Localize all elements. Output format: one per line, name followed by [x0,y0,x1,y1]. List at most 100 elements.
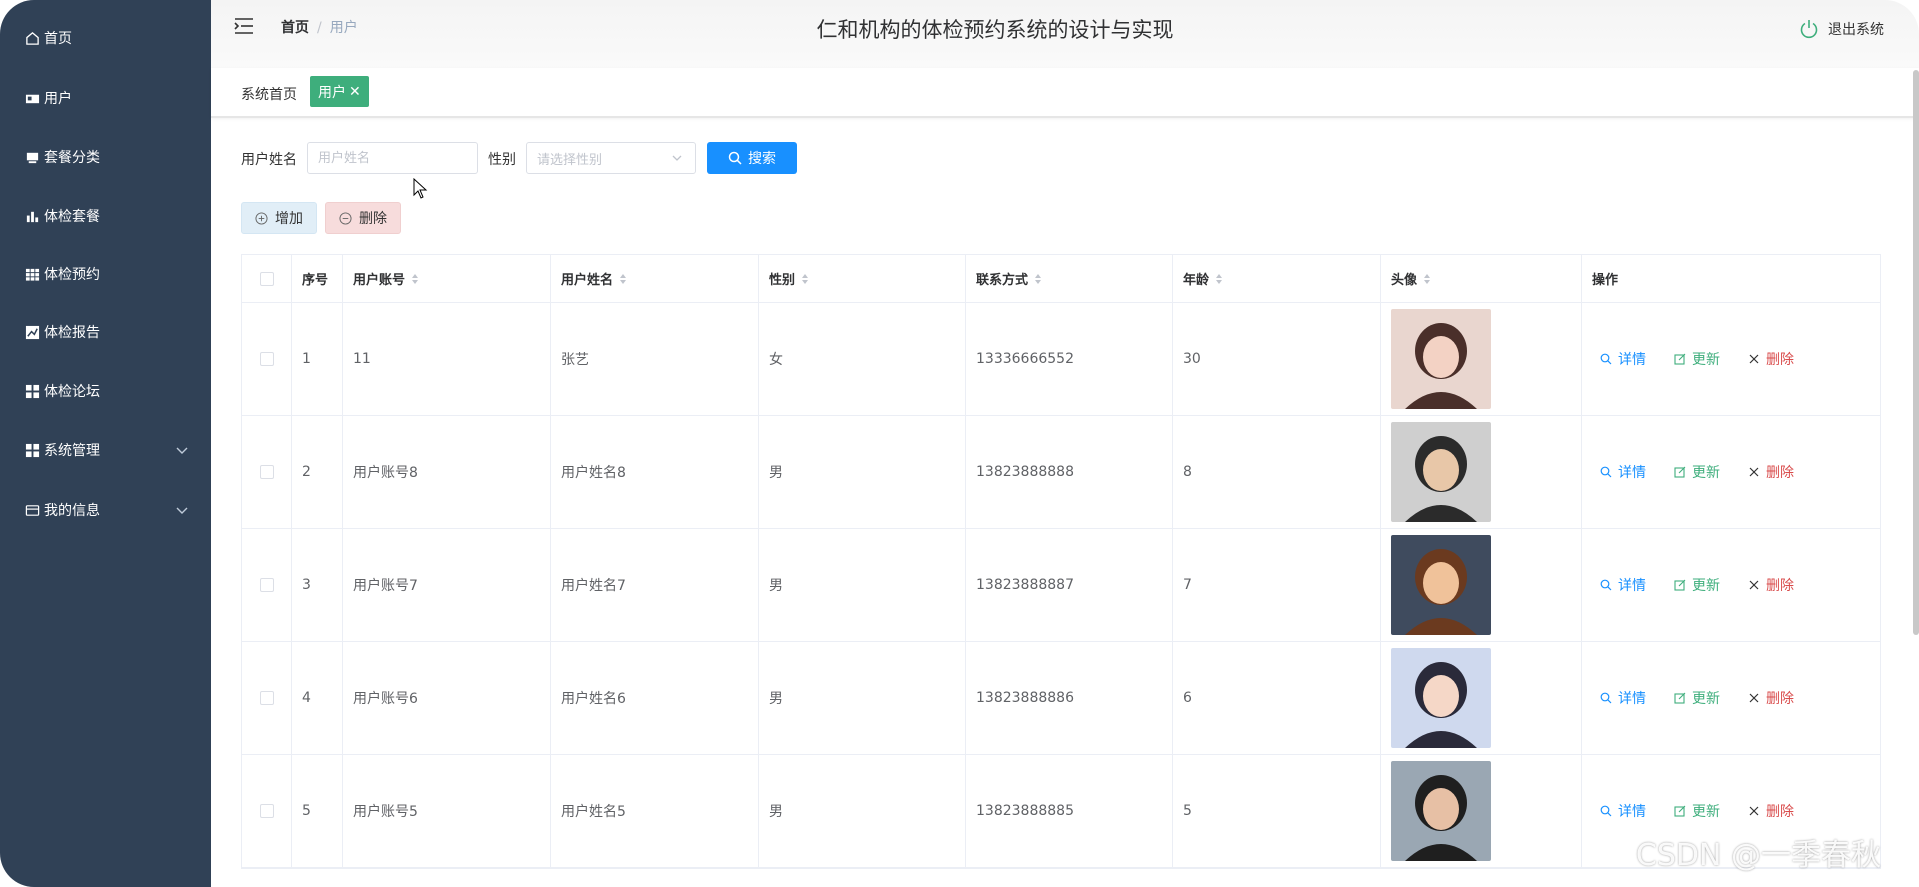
sort-icon[interactable] [801,273,809,285]
search-button[interactable]: 搜索 [707,142,797,174]
row-select-cell [242,755,292,867]
cell-gender: 男 [759,529,966,641]
header-index: 序号 [292,255,343,302]
remove-button[interactable]: 删除 [1748,462,1794,482]
detail-button[interactable]: 详情 [1600,688,1646,708]
sidebar-item-label: 体检报告 [44,325,100,341]
avatar[interactable] [1391,648,1491,748]
sort-icon[interactable] [1034,273,1042,285]
cell-age: 5 [1173,755,1381,867]
sidebar-item-home[interactable]: 首页 [0,18,211,58]
cell-name: 用户姓名8 [551,416,759,528]
cell-name: 用户姓名5 [551,755,759,867]
remove-button[interactable]: 删除 [1748,575,1794,595]
row-checkbox[interactable] [260,691,274,705]
mouse-cursor-icon [413,178,428,199]
table-row: 2 用户账号8 用户姓名8 男 13823888888 8 详情 更新 删除 [242,416,1880,529]
sidebar-item-package-category[interactable]: 套餐分类 [0,137,211,177]
sort-icon[interactable] [1215,273,1223,285]
sidebar-item-label: 套餐分类 [44,150,100,166]
update-button[interactable]: 更新 [1674,349,1720,369]
sidebar-item-label: 体检论坛 [44,384,100,400]
sort-icon[interactable] [619,273,627,285]
cell-phone: 13823888887 [966,529,1173,641]
header-phone[interactable]: 联系方式 [966,255,1173,302]
cell-phone: 13823888885 [966,755,1173,867]
detail-button[interactable]: 详情 [1600,462,1646,482]
home-icon [24,30,40,46]
detail-button[interactable]: 详情 [1600,349,1646,369]
gender-select[interactable]: 请选择性别 [526,142,696,174]
update-button[interactable]: 更新 [1674,462,1720,482]
avatar[interactable] [1391,761,1491,861]
update-label: 更新 [1692,804,1720,820]
detail-button[interactable]: 详情 [1600,575,1646,595]
header-account[interactable]: 用户账号 [343,255,551,302]
update-button[interactable]: 更新 [1674,575,1720,595]
header-index-label: 序号 [302,273,329,288]
sidebar-item-exam-package[interactable]: 体检套餐 [0,196,211,236]
cell-age: 30 [1173,303,1381,415]
delete-button[interactable]: 删除 [325,202,401,234]
name-search-input[interactable] [307,142,478,174]
row-checkbox[interactable] [260,352,274,366]
update-label: 更新 [1692,465,1720,481]
search-button-label: 搜索 [748,151,776,167]
detail-label: 详情 [1618,465,1646,481]
sidebar-item-my-info[interactable]: 我的信息 [0,490,211,530]
detail-label: 详情 [1618,578,1646,594]
sidebar-item-exam-forum[interactable]: 体检论坛 [0,371,211,411]
row-checkbox[interactable] [260,578,274,592]
cell-avatar [1381,642,1582,754]
table-row: 1 11 张艺 女 13336666552 30 详情 更新 删除 [242,303,1880,416]
header-gender[interactable]: 性别 [759,255,966,302]
avatar[interactable] [1391,309,1491,409]
update-label: 更新 [1692,578,1720,594]
update-button[interactable]: 更新 [1674,801,1720,821]
cell-name: 用户姓名7 [551,529,759,641]
add-button[interactable]: 增加 [241,202,317,234]
apps-icon [24,442,40,458]
cell-account: 用户账号5 [343,755,551,867]
sort-icon[interactable] [1423,273,1431,285]
remove-button[interactable]: 删除 [1748,349,1794,369]
header-age[interactable]: 年龄 [1173,255,1381,302]
sidebar-item-label: 我的信息 [44,503,100,519]
sort-icon[interactable] [411,273,419,285]
table-row: 5 用户账号5 用户姓名5 男 13823888885 5 详情 更新 删除 [242,755,1880,868]
sidebar-item-users[interactable]: 用户 [0,78,211,118]
remove-button[interactable]: 删除 [1748,801,1794,821]
cell-actions: 详情 更新 删除 [1582,303,1880,415]
remove-label: 删除 [1766,578,1794,594]
select-all-checkbox[interactable] [260,271,274,286]
chevron-down-icon [175,503,189,517]
avatar[interactable] [1391,422,1491,522]
close-icon[interactable]: ✕ [349,84,361,100]
detail-button[interactable]: 详情 [1600,801,1646,821]
grid-icon [24,266,40,282]
update-label: 更新 [1692,352,1720,368]
scrollbar[interactable] [1913,70,1919,635]
row-checkbox[interactable] [260,465,274,479]
tag-home[interactable]: 系统首页 [241,84,297,104]
tag-users[interactable]: 用户 ✕ [310,76,369,107]
sidebar-item-exam-booking[interactable]: 体检预约 [0,254,211,294]
sidebar-item-system-management[interactable]: 系统管理 [0,430,211,470]
sidebar-item-exam-report[interactable]: 体检报告 [0,312,211,352]
search-icon [1600,805,1612,817]
row-checkbox[interactable] [260,804,274,818]
header-actions: 操作 [1582,255,1880,302]
sidebar: 首页 用户 套餐分类 体检套餐 体检预约 体检报告 体检论坛 系统管理 我的信息 [0,0,211,887]
search-icon [1600,353,1612,365]
close-icon [1749,467,1759,477]
sidebar-item-label: 用户 [44,91,72,107]
update-button[interactable]: 更新 [1674,688,1720,708]
avatar[interactable] [1391,535,1491,635]
cell-phone: 13823888888 [966,416,1173,528]
name-label: 用户姓名 [241,152,297,168]
cell-age: 7 [1173,529,1381,641]
header-avatar[interactable]: 头像 [1381,255,1582,302]
logout-button[interactable]: 退出系统 [1798,18,1884,40]
header-name[interactable]: 用户姓名 [551,255,759,302]
remove-button[interactable]: 删除 [1748,688,1794,708]
